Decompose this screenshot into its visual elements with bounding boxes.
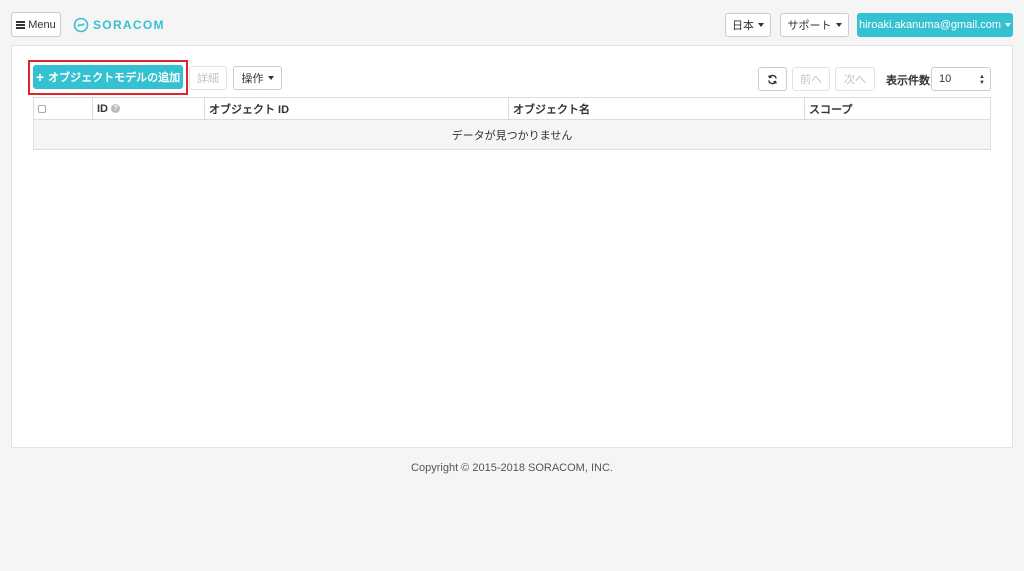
detail-label: 詳細: [197, 73, 219, 85]
column-header-id[interactable]: ID ?: [93, 98, 205, 119]
empty-table-row: データが見つかりません: [34, 120, 990, 149]
soracom-logo-icon: [73, 17, 89, 33]
language-label: 日本: [732, 20, 754, 32]
column-header-object-id[interactable]: オブジェクト ID: [205, 98, 509, 119]
per-page-select[interactable]: 10 ▲ ▼: [931, 67, 991, 91]
object-models-table: ID ? オブジェクト ID オブジェクト名 スコープ データが見つかりません: [33, 97, 991, 150]
support-dropdown[interactable]: サポート: [780, 13, 849, 37]
logo-text: SORACOM: [93, 18, 165, 32]
next-page-button[interactable]: 次へ: [835, 67, 875, 91]
add-object-model-button[interactable]: + オブジェクトモデルの追加: [33, 65, 183, 89]
detail-button[interactable]: 詳細: [189, 66, 227, 90]
select-all-checkbox[interactable]: [38, 104, 46, 113]
help-icon[interactable]: ?: [111, 104, 120, 113]
hamburger-icon: [16, 20, 26, 29]
select-all-cell: [34, 98, 93, 119]
prev-label: 前へ: [800, 74, 822, 86]
operations-dropdown[interactable]: 操作: [233, 66, 282, 90]
menu-button[interactable]: Menu: [11, 12, 61, 37]
per-page-label: 表示件数: [886, 75, 930, 87]
per-page-value: 10: [939, 73, 952, 85]
soracom-logo[interactable]: SORACOM: [73, 16, 165, 34]
table-header-row: ID ? オブジェクト ID オブジェクト名 スコープ: [34, 98, 990, 120]
operations-label: 操作: [241, 73, 264, 85]
user-email: hiroaki.akanuma@gmail.com: [858, 19, 1001, 31]
language-dropdown[interactable]: 日本: [725, 13, 771, 37]
column-header-label: オブジェクト ID: [209, 103, 290, 116]
column-header-label: スコープ: [809, 103, 853, 116]
add-button-label: オブジェクトモデルの追加: [48, 72, 181, 84]
plus-icon: +: [35, 69, 45, 85]
support-label: サポート: [787, 20, 832, 32]
caret-down-icon: [835, 23, 842, 27]
user-account-dropdown[interactable]: hiroaki.akanuma@gmail.com: [857, 13, 1013, 37]
refresh-button[interactable]: [758, 67, 787, 91]
next-label: 次へ: [844, 74, 866, 86]
column-header-object-name[interactable]: オブジェクト名: [509, 98, 805, 119]
column-header-label: オブジェクト名: [513, 103, 590, 116]
caret-down-icon: [758, 23, 764, 27]
column-header-label: ID: [97, 102, 108, 115]
empty-message: データが見つかりません: [451, 129, 573, 142]
column-header-scope[interactable]: スコープ: [805, 98, 990, 119]
menu-label: Menu: [28, 18, 56, 31]
refresh-icon: [768, 74, 777, 84]
select-arrows-icon: ▲ ▼: [979, 74, 985, 86]
caret-down-icon: [267, 76, 274, 80]
caret-down-icon: [1005, 23, 1011, 27]
footer-copyright: Copyright © 2015-2018 SORACOM, INC.: [411, 462, 613, 474]
prev-page-button[interactable]: 前へ: [792, 67, 830, 91]
